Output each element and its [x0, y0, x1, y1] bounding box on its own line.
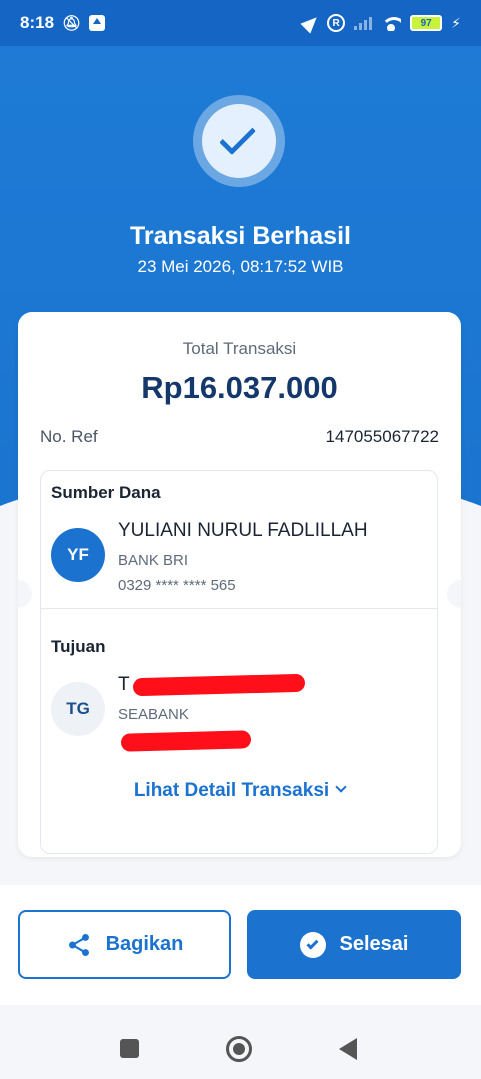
redaction-mark — [132, 673, 306, 697]
share-label: Bagikan — [105, 933, 184, 955]
receipt-card: Total Transaksi Rp16.037.000 No. Ref 147… — [18, 312, 461, 857]
destination-name: T — [118, 674, 130, 695]
view-details-label: Lihat Detail Transaksi — [133, 780, 330, 801]
chevron-down-icon — [335, 781, 347, 793]
destination-label: Tujuan — [51, 637, 106, 656]
total-amount: Rp16.037.000 — [141, 370, 338, 405]
success-icon — [193, 95, 285, 187]
system-nav-bar — [0, 1005, 481, 1079]
action-bar: Bagikan Selesai — [0, 885, 481, 1005]
source-avatar: YF — [51, 528, 105, 582]
source-name: YULIANI NURUL FADLILLAH — [118, 520, 368, 541]
page-title: Transaksi Berhasil — [130, 222, 351, 250]
checkmark-icon — [219, 118, 256, 156]
check-circle-icon — [299, 931, 326, 958]
total-label: Total Transaksi — [182, 339, 297, 358]
share-icon — [68, 933, 89, 956]
source-bank: BANK BRI — [118, 552, 189, 569]
location-icon — [300, 12, 322, 34]
charging-icon: ⚡ — [451, 14, 461, 31]
source-label: Sumber Dana — [51, 483, 161, 502]
ref-value: 147055067722 — [325, 427, 439, 446]
transaction-datetime: 23 Mei 2026, 08:17:52 WIB — [137, 257, 344, 276]
clock: 8:18 — [20, 13, 55, 32]
recent-apps-button[interactable] — [120, 1039, 139, 1058]
status-bar: 8:18 🔕︎ R 97 ⚡ — [0, 0, 481, 46]
home-button[interactable] — [226, 1036, 252, 1062]
destination-avatar: TG — [51, 682, 105, 736]
done-label: Selesai — [339, 933, 409, 955]
wifi-icon — [381, 15, 402, 31]
source-account: 0329 **** **** 565 — [118, 577, 236, 594]
r-icon: R — [327, 14, 346, 32]
redaction-mark — [120, 730, 252, 752]
mute-icon: 🔕︎ — [62, 15, 82, 32]
battery-icon: 97 — [410, 15, 443, 31]
divider — [41, 608, 437, 609]
upload-icon — [89, 15, 106, 31]
destination-bank: SEABANK — [118, 706, 189, 723]
signal-icon — [354, 16, 373, 30]
share-button[interactable]: Bagikan — [18, 910, 231, 979]
view-details-link[interactable]: Lihat Detail Transaksi — [18, 780, 461, 802]
ref-label: No. Ref — [40, 427, 98, 446]
check-circle-icon — [202, 104, 276, 178]
done-button[interactable]: Selesai — [247, 910, 461, 979]
back-button[interactable] — [339, 1038, 357, 1060]
